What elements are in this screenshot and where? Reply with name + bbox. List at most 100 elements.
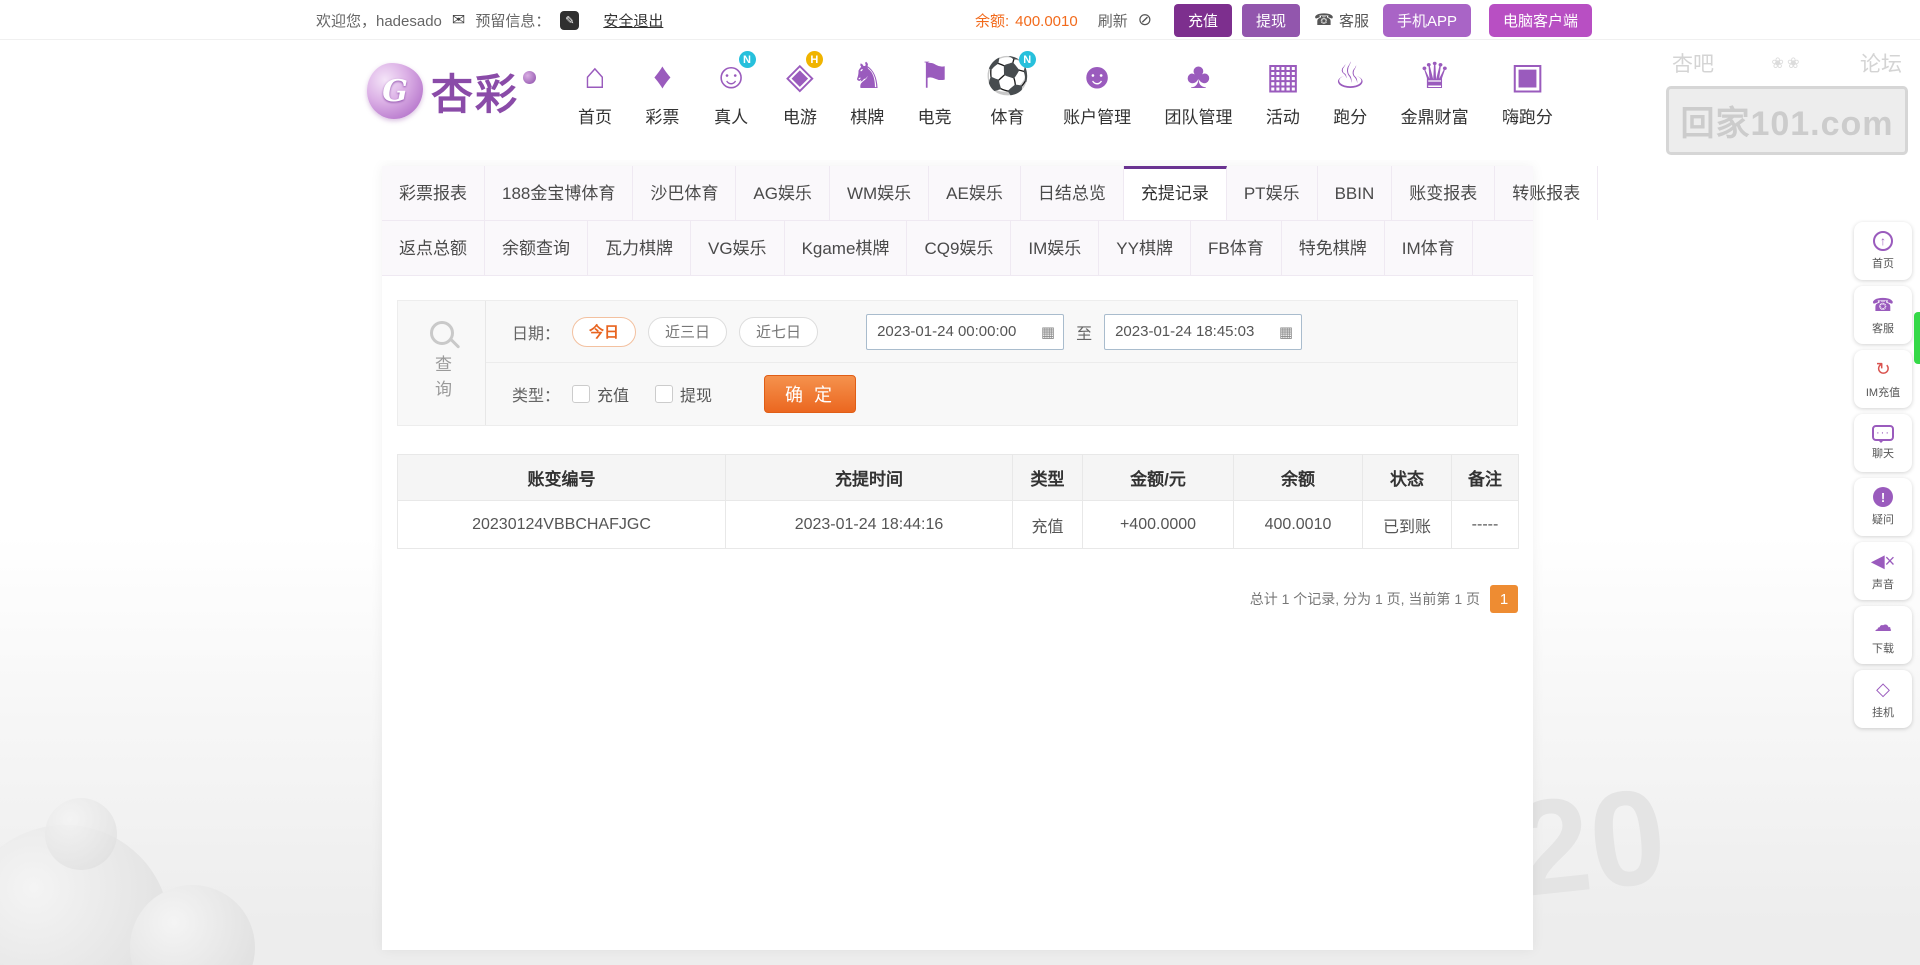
- pc-client-button[interactable]: 电脑客户端: [1488, 3, 1592, 37]
- tab-vg[interactable]: VG娱乐: [691, 221, 785, 275]
- tab-im-sport[interactable]: IM体育: [1385, 221, 1473, 275]
- nav-item-team[interactable]: ♣ 团队管理: [1164, 54, 1232, 128]
- side-toolbar: ↑ 首页 ☎ 客服 ↻ IM充值 ··· 聊天 ! 疑问 ◀× 声音 ☁ 下载 …: [1854, 222, 1912, 734]
- tool-chat[interactable]: ··· 聊天: [1854, 414, 1912, 472]
- tab-pt[interactable]: PT娱乐: [1227, 166, 1318, 220]
- nav-item-egames[interactable]: H ◈ 电游: [783, 51, 823, 128]
- tab-wm[interactable]: WM娱乐: [830, 166, 930, 220]
- balance-display: 余额: 400.0010: [975, 10, 1078, 31]
- col-header-status: 状态: [1362, 454, 1452, 501]
- recharge-refresh-icon: ↻: [1875, 358, 1891, 379]
- confirm-button[interactable]: 确 定: [764, 375, 857, 413]
- tool-hangup[interactable]: ◇ 挂机: [1854, 670, 1912, 728]
- tab-shaba-sport[interactable]: 沙巴体育: [633, 166, 737, 220]
- nav-item-lottery[interactable]: ♦ 彩票: [645, 54, 679, 128]
- tab-ag[interactable]: AG娱乐: [736, 166, 830, 220]
- cell-balance: 400.0010: [1233, 500, 1363, 549]
- search-column: 查询: [398, 301, 486, 425]
- date-from-field[interactable]: ▦: [866, 313, 1065, 350]
- range-3days-button[interactable]: 近三日: [648, 316, 728, 347]
- watermark-domain: 回家101.com: [1666, 86, 1908, 155]
- date-from-input[interactable]: [875, 322, 1034, 341]
- recharge-button[interactable]: 充值: [1173, 3, 1232, 37]
- tab-balance-query[interactable]: 余额查询: [485, 221, 588, 275]
- tab-rebate-total[interactable]: 返点总额: [382, 221, 485, 275]
- date-filter-row: 日期： 今日 近三日 近七日 ▦ 至 ▦: [486, 301, 1517, 363]
- tab-temian-chess[interactable]: 特免棋牌: [1282, 221, 1385, 275]
- decor-ball: [45, 798, 117, 870]
- checkbox-withdraw[interactable]: 提现: [655, 382, 712, 406]
- tab-bbin[interactable]: BBIN: [1318, 166, 1393, 220]
- tab-ae[interactable]: AE娱乐: [929, 166, 1021, 220]
- tab-account-change-report[interactable]: 账变报表: [1392, 166, 1496, 220]
- tab-wali-chess[interactable]: 瓦力棋牌: [588, 221, 691, 275]
- nav-item-sports[interactable]: N ⚽ 体育: [985, 51, 1036, 128]
- tool-question[interactable]: ! 疑问: [1854, 478, 1912, 536]
- nav-item-esports[interactable]: ⚑ 电竞: [918, 54, 952, 128]
- hot-badge: H: [805, 51, 823, 68]
- tab-lottery-report[interactable]: 彩票报表: [382, 166, 485, 220]
- calendar-icon[interactable]: ▦: [1041, 323, 1055, 341]
- eye-off-icon[interactable]: ⊘: [1138, 10, 1152, 30]
- nav-item-paofen[interactable]: ♨ 跑分: [1333, 54, 1367, 128]
- col-header-type: 类型: [1012, 454, 1083, 501]
- date-to-input[interactable]: [1113, 322, 1272, 341]
- logout-link[interactable]: 安全退出: [603, 10, 663, 31]
- diamond-icon: ◇: [1876, 678, 1890, 699]
- team-icon: ♣: [1186, 55, 1211, 96]
- cell-remark: -----: [1451, 500, 1519, 549]
- new-badge: N: [1018, 51, 1036, 68]
- balance-value: 400.0010: [1015, 12, 1078, 30]
- edit-icon[interactable]: ✎: [560, 10, 580, 30]
- calendar-icon[interactable]: ▦: [1279, 323, 1293, 341]
- range-today-button[interactable]: 今日: [572, 316, 637, 347]
- tool-download[interactable]: ☁ 下载: [1854, 606, 1912, 664]
- page-1-button[interactable]: 1: [1490, 585, 1518, 613]
- withdraw-button[interactable]: 提现: [1242, 3, 1301, 37]
- tab-transfer-report[interactable]: 转账报表: [1495, 166, 1599, 220]
- customer-service-link[interactable]: ☎ 客服: [1314, 10, 1369, 31]
- tab-188-sport[interactable]: 188金宝博体育: [485, 166, 634, 220]
- mail-icon[interactable]: ✉: [452, 10, 465, 30]
- forum-watermark: 杏吧 ❀❀ 论坛 回家101.com: [1666, 48, 1908, 155]
- tab-im-entertainment[interactable]: IM娱乐: [1011, 221, 1100, 275]
- date-to-field[interactable]: ▦: [1104, 313, 1303, 350]
- tab-daily-summary[interactable]: 日结总览: [1021, 166, 1124, 220]
- nav-item-account[interactable]: ☻ 账户管理: [1063, 54, 1131, 128]
- tool-customer-service[interactable]: ☎ 客服: [1854, 286, 1912, 344]
- top-arrow-icon: ↑: [1873, 231, 1893, 251]
- tab-kgame[interactable]: Kgame棋牌: [785, 221, 908, 275]
- mobile-app-button[interactable]: 手机APP: [1382, 3, 1471, 37]
- checkbox-recharge-box[interactable]: [572, 385, 591, 403]
- watermark-left-text: 杏吧: [1672, 53, 1714, 76]
- checkbox-recharge[interactable]: 充值: [572, 382, 629, 406]
- refresh-button[interactable]: 刷新: [1098, 10, 1128, 31]
- headset-icon: ☎: [1314, 12, 1334, 29]
- tab-yy-chess[interactable]: YY棋牌: [1099, 221, 1191, 275]
- checkbox-withdraw-box[interactable]: [655, 385, 674, 403]
- logo[interactable]: G 杏彩: [367, 61, 537, 122]
- nav-item-wealth[interactable]: ♛ 金鼎财富: [1401, 54, 1469, 128]
- logo-letter: G: [382, 73, 408, 109]
- tool-home[interactable]: ↑ 首页: [1854, 222, 1912, 280]
- nav-item-chess[interactable]: ♞ 棋牌: [850, 54, 884, 128]
- nav-item-live[interactable]: N ☺ 真人: [713, 51, 756, 128]
- logo-flower-icon: G: [367, 63, 423, 119]
- col-header-remark: 备注: [1451, 454, 1519, 501]
- esports-flag-icon: ⚑: [918, 55, 951, 96]
- balance-label: 余额:: [974, 12, 1010, 30]
- nav-item-activity[interactable]: ▦ 活动: [1266, 54, 1300, 128]
- tool-im-recharge[interactable]: ↻ IM充值: [1854, 350, 1912, 408]
- cloud-download-icon: ☁: [1874, 614, 1892, 635]
- welcome-text: 欢迎您，hadesado: [316, 12, 442, 30]
- range-7days-button[interactable]: 近七日: [739, 316, 819, 347]
- tab-deposit-withdraw-records[interactable]: 充提记录: [1123, 166, 1227, 220]
- tab-fb-sport[interactable]: FB体育: [1191, 221, 1282, 275]
- search-icon: [429, 321, 454, 345]
- tab-cq9[interactable]: CQ9娱乐: [907, 221, 1012, 275]
- tool-sound[interactable]: ◀× 声音: [1854, 542, 1912, 600]
- pagination-summary: 总计 1 个记录, 分为 1 页, 当前第 1 页: [1249, 591, 1480, 607]
- nav-item-hipaofen[interactable]: ▣ 嗨跑分: [1502, 54, 1553, 128]
- hipaofen-icon: ▣: [1510, 55, 1545, 96]
- nav-item-home[interactable]: ⌂ 首页: [578, 54, 612, 128]
